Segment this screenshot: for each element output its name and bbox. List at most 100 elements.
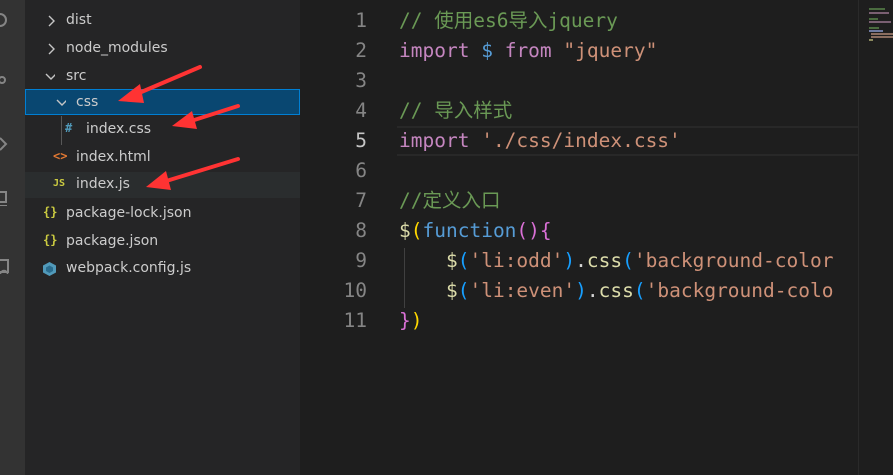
tree-item-index-html[interactable]: <> index.html xyxy=(25,145,300,171)
line-number: 3 xyxy=(355,69,367,92)
css-file-icon: # xyxy=(65,121,73,135)
indent-guide xyxy=(404,248,405,308)
code-line[interactable]: 9 $('li:odd').css('background-color xyxy=(300,246,858,276)
line-number: 7 xyxy=(355,189,367,212)
tree-item-dist[interactable]: dist xyxy=(25,8,300,34)
code-token: $ xyxy=(445,249,458,272)
line-number: 8 xyxy=(355,219,367,242)
line-number: 10 xyxy=(343,279,367,302)
json-file-icon: {} xyxy=(43,205,58,219)
tree-item-label: package-lock.json xyxy=(66,205,192,221)
code-line[interactable]: 10 $('li:even').css('background-colo xyxy=(300,276,858,306)
code-token: 'background-color xyxy=(633,249,834,272)
line-number: 1 xyxy=(355,9,367,32)
code-token: //定义入口 xyxy=(399,189,501,212)
code-token: ( xyxy=(622,249,634,272)
code-token: './css/index.css' xyxy=(481,129,681,152)
line-number: 5 xyxy=(355,129,367,152)
remote-icon[interactable] xyxy=(0,258,12,274)
code-token: { xyxy=(539,219,552,242)
code-editor[interactable]: 1 // 使用es6导入jquery 2 import $ from "jquery"… xyxy=(300,0,858,475)
tree-item-css[interactable]: css xyxy=(25,89,300,115)
line-number: 4 xyxy=(355,99,367,122)
code-line[interactable]: 5 import './css/index.css' xyxy=(300,126,858,156)
tree-item-label: css xyxy=(76,94,99,110)
source-control-icon[interactable] xyxy=(0,72,12,88)
code-token: import xyxy=(399,129,470,152)
code-line[interactable]: 2 import $ from "jquery" xyxy=(300,36,858,66)
line-number: 6 xyxy=(355,159,367,182)
code-text: $('li:even').css('background-colo xyxy=(399,276,834,306)
code-text: $(function(){ xyxy=(399,216,552,246)
code-line[interactable]: 8 $(function(){ xyxy=(300,216,858,246)
tree-item-label: node_modules xyxy=(66,40,168,56)
code-token: ( xyxy=(633,279,646,302)
code-token: from xyxy=(504,39,552,62)
code-token: . xyxy=(586,279,599,302)
code-token: ) xyxy=(410,309,423,332)
minimap[interactable] xyxy=(858,0,893,475)
code-text: // 使用es6导入jquery xyxy=(399,6,618,36)
code-token: ( xyxy=(457,279,470,302)
explorer-icon[interactable] xyxy=(0,12,12,28)
chevron-right-icon xyxy=(48,43,55,55)
code-token: 'background-colo xyxy=(645,279,834,302)
tree-item-node-modules[interactable]: node_modules xyxy=(25,36,300,62)
tree-item-label: dist xyxy=(66,12,92,28)
tree-item-src[interactable]: src xyxy=(25,64,300,90)
code-token: import xyxy=(399,39,470,62)
tree-item-package-lock-json[interactable]: {} package-lock.json xyxy=(25,201,300,227)
chevron-right-icon xyxy=(48,15,55,27)
tree-item-label: index.html xyxy=(76,149,151,165)
code-token: // 导入样式 xyxy=(399,99,513,122)
code-token: 'li:even' xyxy=(469,279,576,302)
code-token: $ xyxy=(445,279,458,302)
extensions-icon[interactable] xyxy=(0,190,12,206)
activity-bar xyxy=(0,0,25,475)
code-line[interactable]: 7 //定义入口 xyxy=(300,186,858,216)
js-file-icon: JS xyxy=(53,178,66,189)
code-token: ( xyxy=(410,219,423,242)
line-number: 11 xyxy=(343,309,367,332)
code-token: ( xyxy=(457,249,470,272)
tree-item-label: index.js xyxy=(76,176,130,192)
tree-item-index-js[interactable]: JS index.js xyxy=(25,172,300,198)
code-token: // 使用es6导入jquery xyxy=(399,9,618,32)
run-debug-icon[interactable] xyxy=(0,136,12,152)
tree-item-index-css[interactable]: # index.css xyxy=(25,117,300,143)
code-line[interactable]: 1 // 使用es6导入jquery xyxy=(300,6,858,36)
code-token: "jquery" xyxy=(563,39,658,62)
code-token: $ xyxy=(481,39,493,62)
code-token: ) xyxy=(563,249,576,272)
code-text: import $ from "jquery" xyxy=(399,36,657,66)
tree-item-label: webpack.config.js xyxy=(66,260,192,276)
code-token: $ xyxy=(399,219,411,242)
json-file-icon: {} xyxy=(43,233,58,247)
code-text: // 导入样式 xyxy=(399,96,512,126)
code-line[interactable]: 3 xyxy=(300,66,858,96)
code-token: ) xyxy=(575,279,587,302)
chevron-down-icon xyxy=(56,99,66,106)
code-line[interactable]: 6 xyxy=(300,156,858,186)
line-number: 2 xyxy=(355,39,367,62)
code-token: css xyxy=(586,249,623,272)
tree-item-package-json[interactable]: {} package.json xyxy=(25,229,300,255)
code-token: css xyxy=(598,279,634,302)
code-text: //定义入口 xyxy=(399,186,500,216)
code-line[interactable]: 11}) xyxy=(300,306,858,336)
code-text: }) xyxy=(399,306,423,336)
code-token: () xyxy=(516,219,540,242)
chevron-down-icon xyxy=(45,73,55,80)
tree-item-webpack-config-js[interactable]: webpack.config.js xyxy=(25,256,300,282)
line-number: 9 xyxy=(355,249,367,272)
code-token: . xyxy=(575,249,587,272)
code-line[interactable]: 4 // 导入样式 xyxy=(300,96,858,126)
html-file-icon: <> xyxy=(53,149,68,163)
code-text: import './css/index.css' xyxy=(399,126,681,156)
code-text: $('li:odd').css('background-color xyxy=(399,246,834,276)
tree-item-label: index.css xyxy=(86,121,152,137)
